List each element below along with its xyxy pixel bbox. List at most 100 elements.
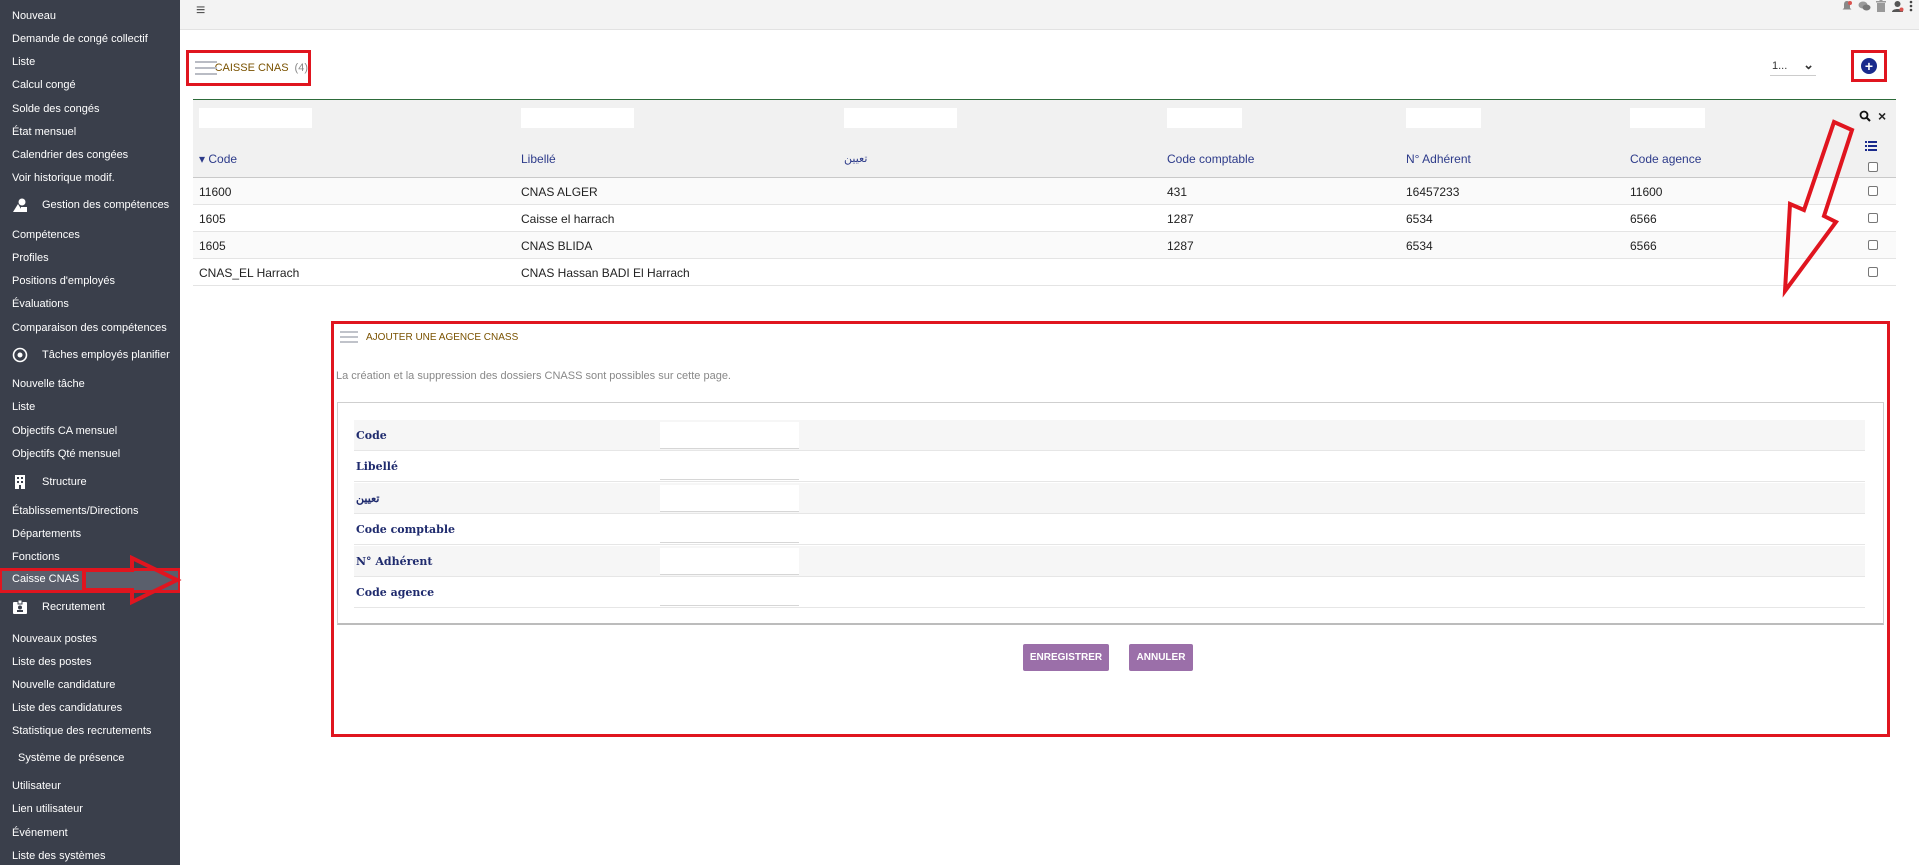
sidebar-item-departements[interactable]: Départements [12,527,81,541]
sidebar-item-liste-candidatures[interactable]: Liste des candidatures [12,701,122,715]
cancel-button[interactable]: ANNULER [1129,644,1193,671]
tayin-input[interactable] [660,485,799,512]
sidebar-item-calcul-conge[interactable]: Calcul congé [12,78,76,92]
form-row-code: Code [354,420,1865,451]
save-button[interactable]: ENREGISTRER [1023,644,1109,671]
sidebar-item-utilisateur[interactable]: Utilisateur [12,779,61,793]
form-title-text: AJOUTER UNE AGENCE CNASS [366,331,519,343]
sidebar-item-statistique-recrutements[interactable]: Statistique des recrutements [12,724,151,738]
cell-code: 11600 [199,185,232,199]
add-button[interactable]: + [1851,50,1887,82]
sidebar-section-structure[interactable]: Structure [12,474,87,490]
table-row[interactable]: CNAS_EL Harrach CNAS Hassan BADI El Harr… [193,259,1896,286]
cell-code: CNAS_EL Harrach [199,266,300,280]
column-header-code-comptable[interactable]: Code comptable [1167,152,1254,166]
libelle-input[interactable] [660,453,799,480]
sidebar-item-conge-collectif[interactable]: Demande de congé collectif [12,32,148,46]
sidebar-item-calendrier-conges[interactable]: Calendrier des congées [12,148,128,162]
sidebar-item-liste-conges[interactable]: Liste [12,55,35,69]
filter-input-tayin[interactable] [844,108,957,128]
sidebar-item-evenement[interactable]: Événement [12,826,68,840]
cell-adherent: 16457233 [1406,185,1460,199]
cell-adherent: 6534 [1406,212,1433,226]
filter-input-code-comptable[interactable] [1167,108,1242,128]
row-checkbox[interactable] [1868,240,1878,250]
sidebar-item-liste-taches[interactable]: Liste [12,400,35,414]
target-icon [12,347,28,363]
filter-input-code-agence[interactable] [1630,108,1705,128]
menu-icon[interactable]: ≡ [196,2,205,20]
sidebar-item-competences[interactable]: Compétences [12,228,80,242]
sidebar-item-etablissements[interactable]: Établissements/Directions [12,504,139,518]
adherent-input[interactable] [660,548,799,575]
sidebar-section-label: Gestion des compétences [42,199,170,211]
sidebar-item-caisse-cnas[interactable]: Caisse CNAS [0,568,180,593]
column-list-icon[interactable] [1865,140,1877,152]
filter-row: × [193,100,1896,138]
list-icon [195,60,217,76]
sidebar-item-historique[interactable]: Voir historique modif. [12,171,115,185]
sidebar-item-liste-postes[interactable]: Liste des postes [12,655,92,669]
sidebar-item-objectifs-qte[interactable]: Objectifs Qté mensuel [12,447,120,461]
code-input[interactable] [660,422,799,449]
sidebar-item-liste-systemes[interactable]: Liste des systèmes [12,849,106,863]
sidebar-item-positions[interactable]: Positions d'employés [12,274,115,288]
table-row[interactable]: 1605 CNAS BLIDA 1287 6534 6566 [193,232,1896,259]
sidebar-item-nouvelle-tache[interactable]: Nouvelle tâche [12,377,85,391]
cell-adherent: 6534 [1406,239,1433,253]
filter-input-libelle[interactable] [521,108,634,128]
cell-libelle: CNAS Hassan BADI El Harrach [521,266,690,280]
sidebar-section-recrutement[interactable]: Recrutement [12,599,105,615]
cell-code-comptable: 431 [1167,185,1188,199]
sidebar-item-objectifs-ca[interactable]: Objectifs CA mensuel [12,424,117,438]
sidebar-item-comparaison[interactable]: Comparaison des compétences [12,321,167,335]
sidebar-item-evaluations[interactable]: Évaluations [12,297,69,311]
list-icon [340,330,358,344]
select-all-checkbox[interactable] [1868,162,1878,172]
chat-icon[interactable] [1858,0,1871,15]
row-checkbox[interactable] [1868,267,1878,277]
sidebar: Nouveau Demande de congé collectif Liste… [0,0,180,865]
sidebar-item-etat-mensuel[interactable]: État mensuel [12,125,76,139]
code-comptable-input[interactable] [660,516,799,543]
column-header-libelle[interactable]: Libellé [521,152,556,166]
bell-icon[interactable] [1841,0,1853,15]
close-icon[interactable]: × [1878,108,1886,124]
user-icon[interactable] [1891,0,1904,15]
row-checkbox[interactable] [1868,186,1878,196]
badge-icon [12,599,28,615]
column-header-adherent[interactable]: N° Adhérent [1406,152,1471,166]
sidebar-item-solde-conges[interactable]: Solde des congés [12,102,99,116]
column-header-code-agence[interactable]: Code agence [1630,152,1701,166]
top-bar: ≡ [180,0,1919,30]
search-icon[interactable] [1859,110,1871,125]
page-size-select[interactable]: 1... ⌄ [1770,57,1816,76]
table-row[interactable]: 1605 Caisse el harrach 1287 6534 6566 [193,205,1896,232]
sidebar-section-taches[interactable]: Tâches employés planifier [12,347,170,363]
more-vertical-icon[interactable] [1909,0,1913,15]
field-label: Libellé [356,460,398,473]
sidebar-item-fonctions[interactable]: Fonctions [12,550,60,564]
sidebar-item-nouveau[interactable]: Nouveau [12,9,56,23]
column-header-tayin[interactable]: تعيين [844,152,867,165]
plus-circle-icon: + [1861,58,1877,74]
trash-icon[interactable] [1876,0,1886,15]
cell-code-agence: 6566 [1630,212,1657,226]
sidebar-item-nouvelle-candidature[interactable]: Nouvelle candidature [12,678,115,692]
sidebar-section-presence[interactable]: Système de présence [18,751,124,765]
cell-libelle: CNAS BLIDA [521,239,593,253]
chevron-down-icon: ⌄ [1803,57,1814,72]
sidebar-item-profiles[interactable]: Profiles [12,251,49,265]
filter-input-code[interactable] [199,108,312,128]
sidebar-item-lien-utilisateur[interactable]: Lien utilisateur [12,802,83,816]
sidebar-section-competences[interactable]: Gestion des compétences [12,197,169,213]
table-row[interactable]: 11600 CNAS ALGER 431 16457233 11600 [193,178,1896,205]
column-header-label: Code [208,152,238,166]
sidebar-item-nouveaux-postes[interactable]: Nouveaux postes [12,632,97,646]
field-label: تعيين [356,492,380,505]
row-checkbox[interactable] [1868,213,1878,223]
column-header-code[interactable]: ▾ Code [199,152,237,166]
code-agence-input[interactable] [660,579,799,606]
filter-input-adherent[interactable] [1406,108,1481,128]
top-icons [1841,0,1913,14]
